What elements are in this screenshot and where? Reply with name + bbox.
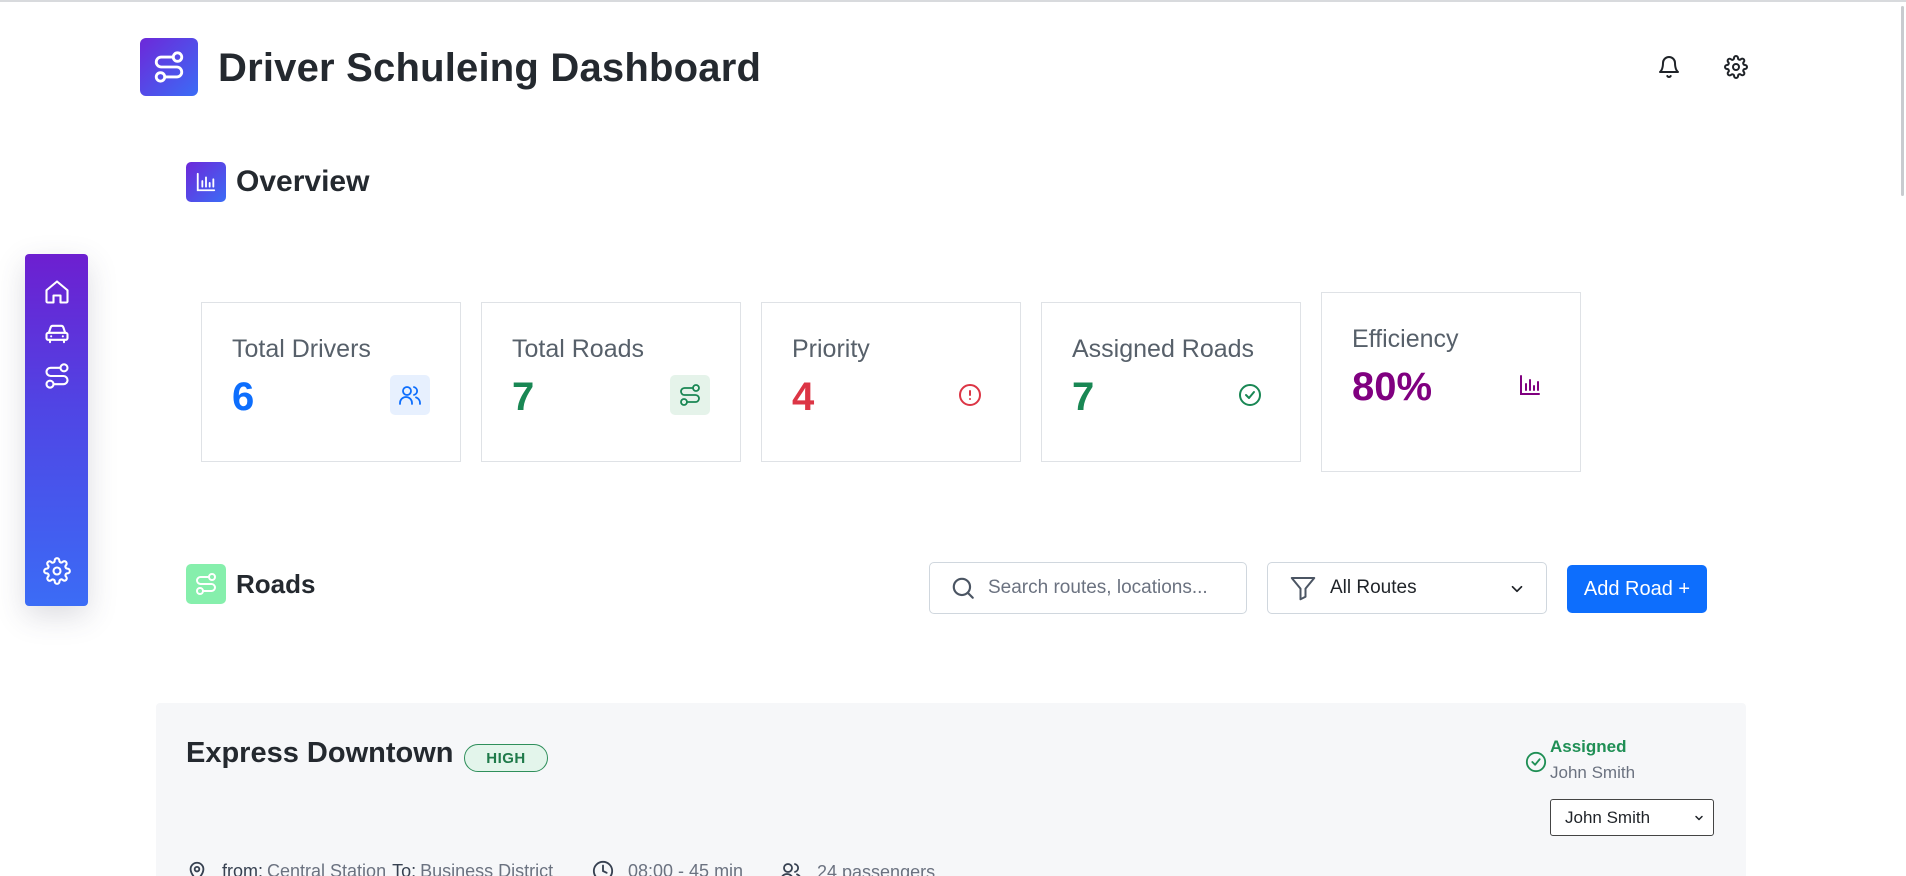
stat-icon-box — [1510, 365, 1550, 405]
search-box[interactable] — [929, 562, 1247, 614]
assigned-driver-name: John Smith — [1550, 763, 1636, 782]
route-icon — [196, 573, 216, 595]
app-header: Driver Schuleing Dashboard — [140, 38, 1760, 98]
stat-value: 4 — [792, 375, 815, 419]
users-icon — [781, 863, 801, 876]
driver-select[interactable]: John Smith — [1550, 799, 1714, 836]
passengers-text: 24 passengers — [817, 861, 936, 876]
stat-label: Assigned Roads — [1072, 335, 1255, 363]
stat-label: Priority — [792, 335, 870, 363]
overview-icon-box — [186, 162, 226, 202]
stat-value: 7 — [1072, 375, 1095, 419]
home-icon — [45, 280, 69, 304]
sidebar-item-roads[interactable] — [41, 360, 73, 392]
vertical-scrollbar[interactable] — [1896, 4, 1906, 876]
stat-label: Total Drivers — [232, 335, 371, 363]
driver-select-value: John Smith — [1565, 807, 1651, 827]
roads-title: Roads — [236, 568, 316, 599]
stat-card-total-roads: Total Roads 7 — [481, 302, 741, 462]
search-input[interactable] — [988, 577, 1228, 599]
route-card: Express Downtown HIGH Assigned John Smit… — [156, 703, 1746, 876]
stat-value: 6 — [232, 375, 255, 419]
gear-icon — [1724, 55, 1748, 79]
settings-button[interactable] — [1719, 50, 1753, 84]
time-text: 08:00 - 45 min — [628, 860, 744, 876]
roads-icon-box — [186, 564, 226, 604]
stat-icon-box — [390, 375, 430, 415]
sidebar-item-home[interactable] — [41, 276, 73, 308]
clock-icon — [592, 860, 614, 876]
from-location: Central Station — [267, 860, 387, 876]
roads-heading: Roads — [186, 564, 315, 604]
stat-card-total-drivers: Total Drivers 6 — [201, 302, 461, 462]
route-icon — [45, 363, 69, 389]
stat-card-priority: Priority 4 — [761, 302, 1021, 462]
route-icon — [154, 51, 184, 83]
filter-icon — [1290, 577, 1316, 601]
stat-icon-box — [950, 375, 990, 415]
window-top-border — [0, 0, 1906, 4]
notifications-button[interactable] — [1652, 50, 1686, 84]
chevron-down-icon — [1695, 815, 1703, 821]
route-name: Express Downtown — [186, 737, 454, 769]
check-circle-icon — [1525, 751, 1547, 773]
stat-card-assigned-roads: Assigned Roads 7 — [1041, 302, 1301, 462]
sidebar-nav — [25, 254, 88, 606]
sidebar-item-drivers[interactable] — [41, 318, 73, 350]
priority-badge: HIGH — [464, 744, 548, 772]
from-label: from: — [222, 860, 264, 876]
stat-label: Total Roads — [512, 335, 645, 363]
to-location: Business District — [420, 860, 554, 876]
map-pin-icon — [189, 861, 205, 876]
chevron-down-icon — [1511, 585, 1523, 593]
gear-icon — [43, 557, 71, 585]
app-logo — [140, 38, 198, 96]
car-icon — [45, 324, 69, 344]
route-locations: from: Central Station To: Business Distr… — [186, 860, 559, 876]
stat-value: 80% — [1352, 365, 1433, 409]
route-passengers: 24 passengers — [779, 860, 935, 876]
route-filter-select[interactable]: All Routes — [1267, 562, 1547, 614]
filter-selected-value: All Routes — [1330, 577, 1417, 598]
bar-chart-icon — [196, 172, 216, 192]
overview-title: Overview — [236, 165, 370, 198]
sidebar-item-settings[interactable] — [41, 555, 73, 587]
stat-icon-box — [670, 375, 710, 415]
add-road-button[interactable]: Add Road + — [1567, 565, 1707, 613]
search-icon — [952, 577, 974, 599]
route-icon — [680, 384, 700, 406]
bar-chart-icon — [1520, 375, 1540, 395]
scrollbar-thumb[interactable] — [1901, 6, 1904, 196]
check-circle-icon — [1239, 384, 1261, 406]
stat-label: Efficiency — [1352, 325, 1459, 353]
assignment-status: Assigned — [1550, 737, 1627, 756]
app-title: Driver Schuleing Dashboard — [218, 46, 762, 90]
overview-heading: Overview — [186, 162, 369, 202]
stat-icon-box — [1230, 375, 1270, 415]
to-label: To: — [392, 860, 417, 876]
users-icon — [399, 386, 421, 405]
route-time: 08:00 - 45 min — [592, 860, 743, 876]
bell-icon — [1659, 56, 1679, 78]
stat-card-efficiency: Efficiency 80% — [1321, 292, 1581, 472]
stat-value: 7 — [512, 375, 535, 419]
alert-circle-icon — [959, 384, 981, 406]
